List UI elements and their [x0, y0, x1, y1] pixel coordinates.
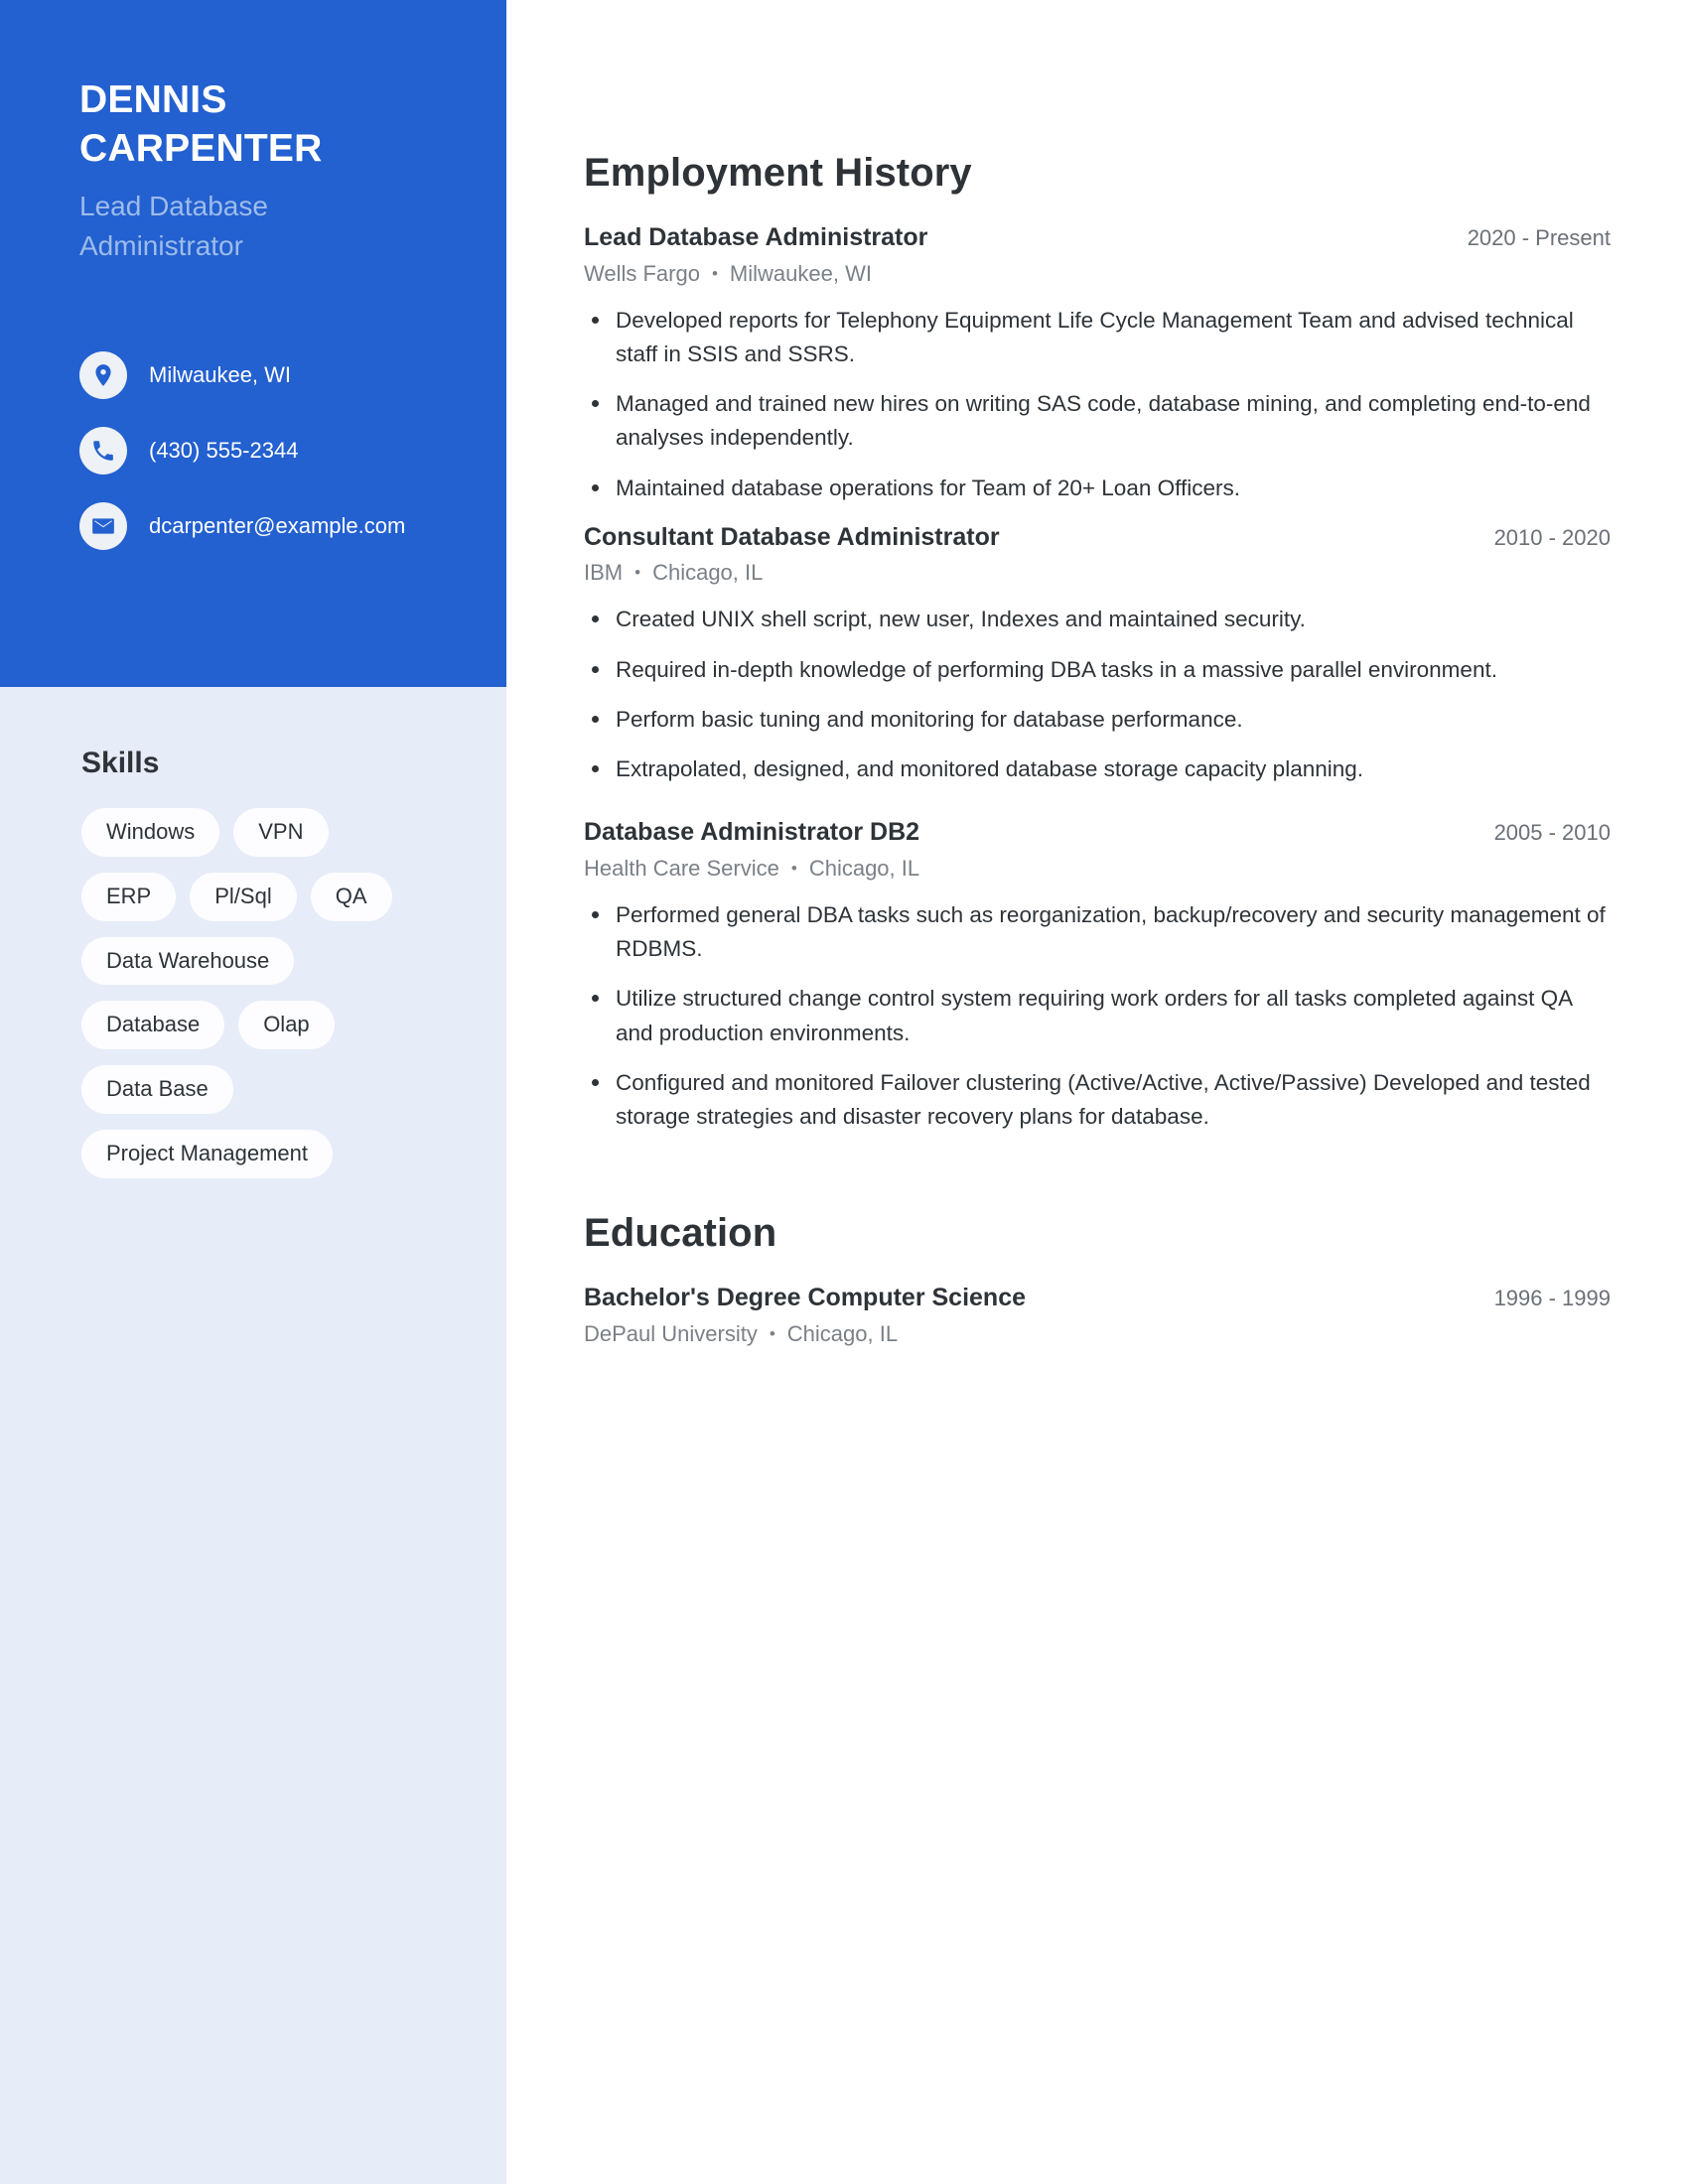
- job-title: Database Administrator DB2: [584, 818, 920, 847]
- skill-pill: Windows: [81, 808, 220, 857]
- role-line-2: Administrator: [79, 230, 243, 261]
- job-bullet-list: Created UNIX shell script, new user, Ind…: [584, 603, 1611, 786]
- job-dates: 2010 - 2020: [1493, 524, 1611, 550]
- education-heading: Education: [584, 1211, 777, 1256]
- job-bullet: Utilize structured change control system…: [584, 982, 1611, 1049]
- job-location: Milwaukee, WI: [729, 260, 872, 286]
- main-content: Employment History Lead Database Adminis…: [506, 0, 1688, 2184]
- job-dates: 2020 - Present: [1467, 225, 1611, 250]
- job-bullet-list: Performed general DBA tasks such as reor…: [584, 898, 1611, 1134]
- job-location: Chicago, IL: [652, 560, 764, 586]
- bullet-separator-icon: •: [634, 563, 641, 583]
- bullet-separator-icon: •: [790, 858, 797, 878]
- bullet-separator-icon: •: [711, 263, 718, 283]
- job-bullet-list: Developed reports for Telephony Equipmen…: [584, 304, 1611, 505]
- skill-pill: Database: [81, 1001, 225, 1050]
- job-bullet: Configured and monitored Failover cluste…: [584, 1066, 1611, 1134]
- job-company: Wells Fargo: [584, 260, 700, 286]
- entry-header: Consultant Database Administrator 2010 -…: [584, 521, 1611, 555]
- sidebar: DENNIS CARPENTER Lead Database Administr…: [0, 0, 506, 2184]
- contact-list: Milwaukee, WI (430) 555-2344 dcarpenter@…: [79, 350, 429, 550]
- name-line-last: CARPENTER: [79, 127, 323, 171]
- school-location-text: Chicago, IL: [786, 1320, 899, 1346]
- job-bullet: Created UNIX shell script, new user, Ind…: [584, 603, 1611, 636]
- sidebar-header: DENNIS CARPENTER Lead Database Administr…: [0, 0, 506, 687]
- job-location: Chicago, IL: [808, 855, 920, 881]
- skill-row: Windows VPN: [81, 808, 457, 857]
- job-company: IBM: [584, 560, 624, 586]
- employment-entry: Database Administrator DB2 2005 - 2010 H…: [584, 816, 1611, 1134]
- skill-pill: QA: [310, 872, 392, 921]
- job-bullet: Performed general DBA tasks such as reor…: [584, 898, 1611, 966]
- skill-row: Data Warehouse: [81, 936, 457, 986]
- contact-item-location: Milwaukee, WI: [79, 350, 429, 399]
- job-bullet: Developed reports for Telephony Equipmen…: [584, 304, 1611, 371]
- job-bullet: Required in-depth knowledge of performin…: [584, 653, 1611, 687]
- skill-pill: Project Management: [81, 1130, 333, 1178]
- contact-email-text: dcarpenter@example.com: [149, 512, 406, 538]
- job-title: Lead Database Administrator: [584, 223, 928, 251]
- job-company-location: Health Care Service • Chicago, IL: [584, 852, 1611, 885]
- contact-item-phone: (430) 555-2344: [79, 426, 429, 475]
- employment-entry: Consultant Database Administrator 2010 -…: [584, 521, 1611, 787]
- bullet-separator-icon: •: [769, 1323, 775, 1343]
- degree-dates: 1996 - 1999: [1493, 1286, 1611, 1311]
- skill-row: Database Olap: [81, 1001, 457, 1050]
- school-location: DePaul University • Chicago, IL: [584, 1317, 1611, 1350]
- email-envelope-icon: [79, 501, 127, 550]
- skill-pill: Pl/Sql: [190, 872, 297, 921]
- employment-entry: Lead Database Administrator 2020 - Prese…: [584, 221, 1611, 505]
- job-bullet: Maintained database operations for Team …: [584, 472, 1611, 505]
- job-bullet: Managed and trained new hires on writing…: [584, 387, 1611, 455]
- skill-row: Project Management: [81, 1130, 457, 1178]
- education-entry: Bachelor's Degree Computer Science 1996 …: [584, 1282, 1611, 1350]
- skill-pill: ERP: [81, 872, 177, 921]
- skill-pill: VPN: [233, 808, 329, 857]
- job-company-location: Wells Fargo • Milwaukee, WI: [584, 257, 1611, 290]
- skill-row: ERP Pl/Sql QA: [81, 872, 457, 921]
- employment-history-heading: Employment History: [584, 151, 972, 195]
- contact-item-email: dcarpenter@example.com: [79, 501, 429, 550]
- skill-row: Data Base: [81, 1065, 457, 1115]
- job-bullet: Extrapolated, designed, and monitored da…: [584, 752, 1611, 786]
- skill-pill: Olap: [238, 1001, 335, 1050]
- entry-header: Lead Database Administrator 2020 - Prese…: [584, 221, 1611, 255]
- degree-title: Bachelor's Degree Computer Science: [584, 1284, 1026, 1312]
- resume-page: DENNIS CARPENTER Lead Database Administr…: [0, 0, 1688, 2184]
- candidate-role: Lead Database Administrator: [79, 187, 429, 266]
- school-name: DePaul University: [584, 1320, 758, 1346]
- role-line-1: Lead Database: [79, 191, 268, 222]
- skills-heading: Skills: [81, 747, 160, 779]
- phone-icon: [79, 426, 127, 475]
- job-company: Health Care Service: [584, 855, 779, 881]
- contact-location-text: Milwaukee, WI: [149, 361, 292, 387]
- skill-pill-rows: Windows VPN ERP Pl/Sql QA Data Warehouse…: [81, 808, 457, 1178]
- job-dates: 2005 - 2010: [1493, 820, 1611, 846]
- skill-pill: Data Base: [81, 1065, 233, 1115]
- skills-section: Skills Windows VPN ERP Pl/Sql QA Data Wa…: [0, 687, 506, 1194]
- skill-pill: Data Warehouse: [81, 936, 295, 986]
- job-company-location: IBM • Chicago, IL: [584, 556, 1611, 589]
- name-line-first: DENNIS: [79, 78, 227, 121]
- entry-header: Bachelor's Degree Computer Science 1996 …: [584, 1282, 1611, 1315]
- job-title: Consultant Database Administrator: [584, 522, 1000, 551]
- contact-phone-text: (430) 555-2344: [149, 437, 299, 463]
- job-bullet: Perform basic tuning and monitoring for …: [584, 703, 1611, 737]
- entry-header: Database Administrator DB2 2005 - 2010: [584, 816, 1611, 850]
- candidate-name: DENNIS CARPENTER: [79, 75, 429, 173]
- location-pin-icon: [79, 350, 127, 399]
